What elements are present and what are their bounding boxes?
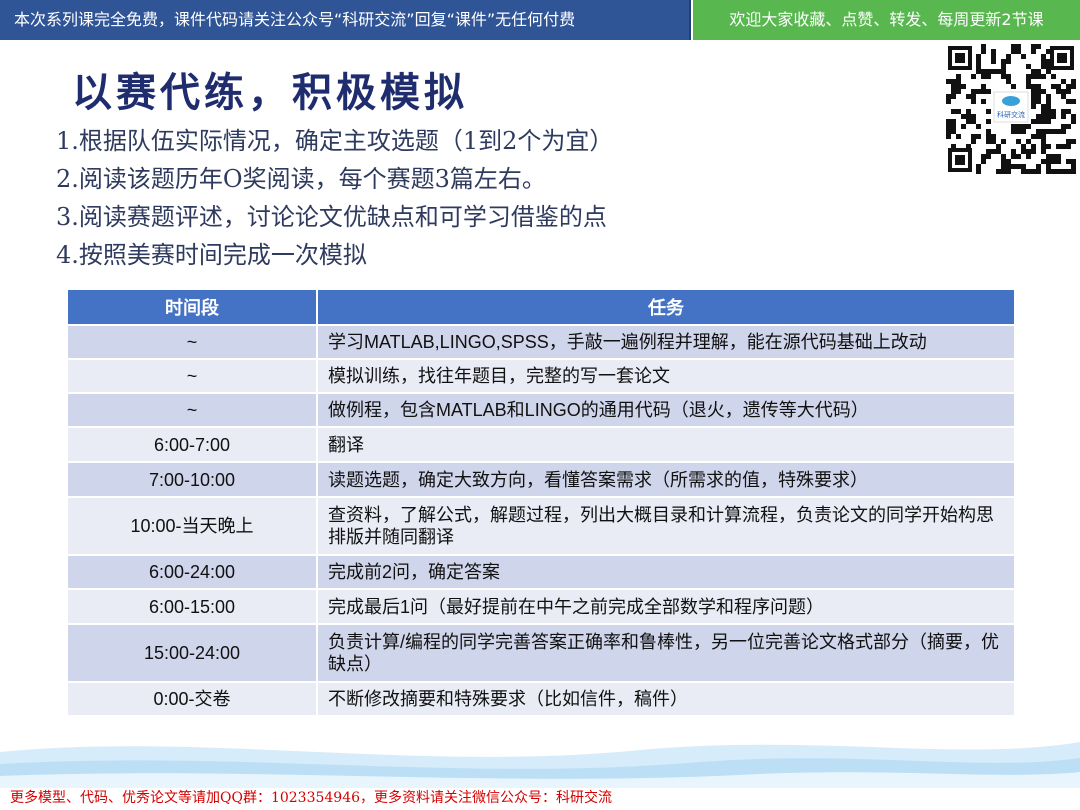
page-title: 以赛代练，积极模拟 — [72, 69, 468, 116]
task-cell: 翻译 — [316, 426, 1016, 463]
time-cell: ~ — [66, 358, 318, 394]
task-cell: 做例程，包含MATLAB和LINGO的通用代码（退火，遗传等大代码） — [316, 392, 1016, 428]
qr-logo-label: 科研交流 — [997, 110, 1025, 119]
table-row: 6:00-24:00 完成前2问，确定答案 — [66, 554, 1016, 590]
step-item: 4.按照美赛时间完成一次模拟 — [56, 241, 367, 269]
time-cell: 0:00-交卷 — [66, 681, 318, 717]
table-row: 6:00-15:00 完成最后1问（最好提前在中午之前完成全部数学和程序问题） — [66, 588, 1016, 625]
globe-icon — [1002, 96, 1020, 106]
time-cell: 6:00-15:00 — [66, 588, 318, 625]
table-row: 10:00-当天晚上 查资料，了解公式，解题过程，列出大概目录和计算流程，负责论… — [66, 496, 1016, 556]
task-cell: 完成最后1问（最好提前在中午之前完成全部数学和程序问题） — [316, 588, 1016, 625]
time-cell: ~ — [66, 324, 318, 360]
table-row: 7:00-10:00 读题选题，确定大致方向，看懂答案需求（所需求的值，特殊要求… — [66, 461, 1016, 498]
time-cell: 10:00-当天晚上 — [66, 496, 318, 556]
task-cell: 学习MATLAB,LINGO,SPSS，手敲一遍例程并理解，能在源代码基础上改动 — [316, 324, 1016, 360]
task-cell: 读题选题，确定大致方向，看懂答案需求（所需求的值，特殊要求） — [316, 461, 1016, 498]
schedule-table: 时间段 任务 ~ 学习MATLAB,LINGO,SPSS，手敲一遍例程并理解，能… — [66, 288, 1016, 717]
top-banner: 本次系列课完全免费，课件代码请关注公众号“科研交流”回复“课件”无任何付费 欢迎… — [0, 0, 1080, 40]
time-cell: ~ — [66, 392, 318, 428]
table-row: ~ 做例程，包含MATLAB和LINGO的通用代码（退火，遗传等大代码） — [66, 392, 1016, 428]
time-cell: 7:00-10:00 — [66, 461, 318, 498]
task-cell: 模拟训练，找往年题目，完整的写一套论文 — [316, 358, 1016, 394]
free-course-notice: 本次系列课完全免费，课件代码请关注公众号“科研交流”回复“课件”无任何付费 — [0, 0, 691, 40]
step-list: 1.根据队伍实际情况，确定主攻选题（1到2个为宜） 2.阅读该题历年O奖阅读，每… — [56, 122, 613, 274]
qr-code: 科研交流 — [946, 44, 1076, 174]
step-item: 1.根据队伍实际情况，确定主攻选题（1到2个为宜） — [56, 127, 614, 155]
table-row: 15:00-24:00 负责计算/编程的同学完善答案正确率和鲁棒性，另一位完善论… — [66, 623, 1016, 683]
column-header-task: 任务 — [316, 288, 1016, 326]
task-cell: 完成前2问，确定答案 — [316, 554, 1016, 590]
footer-contact: 更多模型、代码、优秀论文等请加QQ群：1023354946，更多资料请关注微信公… — [10, 790, 613, 806]
time-cell: 6:00-7:00 — [66, 426, 318, 463]
table-row: ~ 学习MATLAB,LINGO,SPSS，手敲一遍例程并理解，能在源代码基础上… — [66, 324, 1016, 360]
wave-decoration — [0, 742, 1080, 788]
step-item: 2.阅读该题历年O奖阅读，每个赛题3篇左右。 — [56, 165, 546, 193]
table-row: 0:00-交卷 不断修改摘要和特殊要求（比如信件，稿件） — [66, 681, 1016, 717]
task-cell: 负责计算/编程的同学完善答案正确率和鲁棒性，另一位完善论文格式部分（摘要，优缺点… — [316, 623, 1016, 683]
table-header-row: 时间段 任务 — [66, 288, 1016, 326]
task-cell: 不断修改摘要和特殊要求（比如信件，稿件） — [316, 681, 1016, 717]
table-row: ~ 模拟训练，找往年题目，完整的写一套论文 — [66, 358, 1016, 394]
task-cell: 查资料，了解公式，解题过程，列出大概目录和计算流程，负责论文的同学开始构思排版并… — [316, 496, 1016, 556]
column-header-time: 时间段 — [66, 288, 318, 326]
table-row: 6:00-7:00 翻译 — [66, 426, 1016, 463]
time-cell: 15:00-24:00 — [66, 623, 318, 683]
time-cell: 6:00-24:00 — [66, 554, 318, 590]
welcome-notice: 欢迎大家收藏、点赞、转发、每周更新2节课 — [693, 0, 1080, 40]
step-item: 3.阅读赛题评述，讨论论文优缺点和可学习借鉴的点 — [56, 203, 607, 231]
